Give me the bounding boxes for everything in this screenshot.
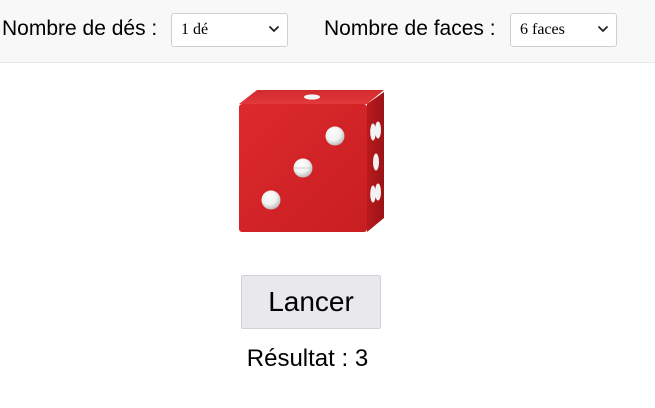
die-side-pip [375,183,381,201]
die-side-pip [375,121,381,139]
chevron-down-icon [269,26,279,32]
die-pip [325,126,345,146]
die-side-pip [370,123,376,141]
dice-area [236,88,386,236]
result-line: Résultat : 3 [0,344,615,374]
roll-button[interactable]: Lancer [241,275,381,329]
settings-toolbar: Nombre de dés : 1 dé Nombre de faces : 6… [0,0,655,63]
result-label: Résultat : [246,345,349,372]
faces-select[interactable]: 6 faces [510,13,617,47]
die-image [239,90,384,232]
faces-selected-value: 6 faces [520,21,565,38]
chevron-down-icon [598,26,608,32]
die-top-pip [304,94,320,100]
die-side-pip [373,153,379,171]
die-pip [261,190,281,210]
faces-label: Nombre de faces : [324,17,496,40]
result-value: 3 [354,345,369,372]
dice-count-selected-value: 1 dé [181,21,209,38]
die-side-pip [370,185,376,203]
dice-count-select[interactable]: 1 dé [171,13,288,47]
dice-count-label: Nombre de dés : [2,17,158,40]
